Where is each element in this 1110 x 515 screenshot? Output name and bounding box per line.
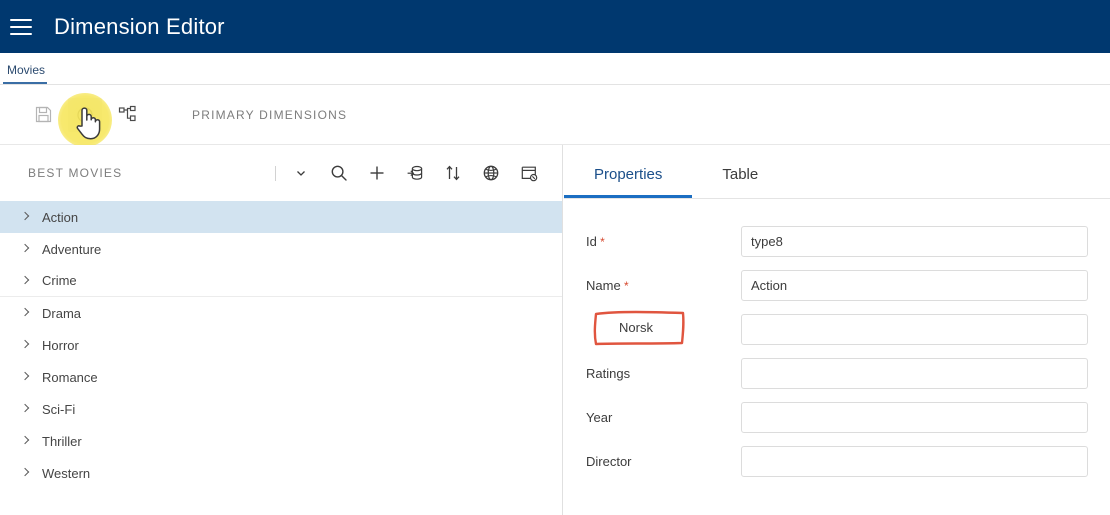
- toolbar: PRIMARY DIMENSIONS: [0, 85, 1110, 145]
- field-label-year: Year: [586, 410, 741, 425]
- import-button[interactable]: [400, 158, 430, 188]
- label-text: Name: [586, 277, 621, 293]
- tab-properties[interactable]: Properties: [564, 153, 693, 198]
- field-label-director: Director: [586, 454, 741, 469]
- sort-arrows-icon: [446, 165, 460, 181]
- chevron-right-icon[interactable]: [20, 339, 32, 351]
- chevron-right-icon[interactable]: [20, 371, 32, 383]
- tab-table[interactable]: Table: [692, 153, 788, 198]
- card-remove-icon: [521, 166, 538, 182]
- required-asterisk: *: [596, 234, 605, 249]
- chevron-right-icon[interactable]: [20, 403, 32, 415]
- tree-item-action[interactable]: Action: [0, 201, 562, 233]
- tree-item-drama[interactable]: Drama: [0, 297, 562, 329]
- field-row-year: Year: [586, 399, 1088, 435]
- label-text: Ratings: [586, 365, 631, 381]
- tree-title: BEST MOVIES: [28, 166, 123, 180]
- label-text: Director: [586, 453, 632, 469]
- dropdown-toggle[interactable]: [286, 158, 316, 188]
- year-input[interactable]: [741, 401, 1088, 433]
- field-row-norsk: Norsk: [586, 310, 1088, 347]
- tree-item-thriller[interactable]: Thriller: [0, 425, 562, 457]
- breadcrumb: Movies: [0, 53, 1110, 85]
- hierarchy-button[interactable]: [110, 98, 144, 132]
- label-text: Norsk: [619, 320, 653, 335]
- dimension-tree: Action Adventure Crime Drama Horror Roma…: [0, 201, 562, 489]
- tree-item-adventure[interactable]: Adventure: [0, 233, 562, 265]
- name-input[interactable]: [741, 269, 1088, 301]
- panel-tabs: Properties Table: [564, 145, 1110, 199]
- delete-card-button[interactable]: [514, 158, 544, 188]
- tree-item-label: Western: [42, 465, 91, 481]
- circular-arrow-icon: [77, 106, 93, 123]
- tree-panel: BEST MOVIES Action Adventure Crime Drama…: [0, 145, 563, 515]
- chevron-right-icon[interactable]: [20, 467, 32, 479]
- chevron-down-icon: [297, 171, 305, 176]
- refresh-button[interactable]: [68, 97, 102, 132]
- database-import-icon: [407, 165, 423, 180]
- save-button[interactable]: [26, 98, 60, 132]
- required-asterisk: *: [620, 278, 629, 293]
- chevron-right-icon[interactable]: [20, 435, 32, 447]
- chevron-right-icon[interactable]: [20, 307, 32, 319]
- chevron-right-icon[interactable]: [20, 211, 32, 223]
- tree-item-label: Drama: [42, 305, 82, 321]
- field-row-id: Id *: [586, 223, 1088, 259]
- floppy-disk-icon: [35, 106, 51, 123]
- breadcrumb-item-movies[interactable]: Movies: [3, 63, 48, 84]
- field-label-id: Id *: [586, 234, 741, 249]
- field-label-norsk: Norsk: [586, 310, 741, 347]
- add-button[interactable]: [362, 158, 392, 188]
- tree-item-label: Romance: [42, 369, 98, 385]
- field-row-director: Director: [586, 443, 1088, 479]
- globe-icon: [483, 165, 499, 181]
- sort-button[interactable]: [438, 158, 468, 188]
- properties-panel: Properties Table Id * Name * Norsk: [564, 145, 1110, 515]
- tree-item-scifi[interactable]: Sci-Fi: [0, 393, 562, 425]
- field-label-ratings: Ratings: [586, 366, 741, 381]
- tree-item-label: Sci-Fi: [42, 401, 76, 417]
- action-divider: [275, 165, 276, 181]
- page-title: Dimension Editor: [54, 13, 225, 39]
- director-input[interactable]: [741, 445, 1088, 477]
- label-text: Year: [586, 409, 613, 425]
- tree-item-western[interactable]: Western: [0, 457, 562, 489]
- id-input[interactable]: [741, 225, 1088, 257]
- field-label-name: Name *: [586, 278, 741, 293]
- tree-item-label: Action: [42, 209, 79, 225]
- tree-header: BEST MOVIES: [0, 145, 562, 201]
- chevron-right-icon[interactable]: [20, 243, 32, 255]
- norsk-input[interactable]: [741, 313, 1088, 345]
- tree-actions: [275, 158, 562, 188]
- label-text: Id: [586, 233, 597, 249]
- tree-item-label: Crime: [42, 273, 77, 288]
- tree-item-label: Adventure: [42, 241, 102, 257]
- properties-form: Id * Name * Norsk Ratings: [564, 199, 1110, 479]
- field-row-name: Name *: [586, 267, 1088, 303]
- search-button[interactable]: [324, 158, 354, 188]
- app-header: Dimension Editor: [0, 0, 1110, 53]
- plus-icon: [370, 166, 384, 180]
- ratings-input[interactable]: [741, 357, 1088, 389]
- tree-item-horror[interactable]: Horror: [0, 329, 562, 361]
- hamburger-icon[interactable]: [10, 18, 32, 35]
- tree-item-crime[interactable]: Crime: [0, 265, 562, 297]
- chevron-right-icon[interactable]: [20, 275, 32, 287]
- tree-item-romance[interactable]: Romance: [0, 361, 562, 393]
- hierarchy-icon: [118, 105, 136, 122]
- field-row-ratings: Ratings: [586, 355, 1088, 391]
- search-icon: [331, 165, 347, 181]
- tree-item-label: Horror: [42, 337, 79, 353]
- translate-button[interactable]: [476, 158, 506, 188]
- toolbar-caption: PRIMARY DIMENSIONS: [192, 107, 348, 122]
- tree-item-label: Thriller: [42, 433, 82, 449]
